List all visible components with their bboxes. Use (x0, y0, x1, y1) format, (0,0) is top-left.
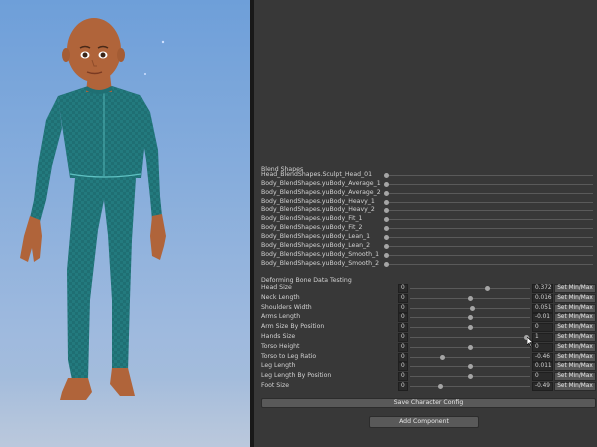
bone-value-field[interactable]: 0 (532, 372, 553, 382)
save-character-config-button[interactable]: Save Character Config (261, 398, 596, 408)
set-min-max-button[interactable]: Set Min/Max (554, 303, 596, 313)
bone-min-field[interactable]: 0 (398, 342, 408, 352)
blend-shape-slider-knob[interactable] (384, 243, 389, 249)
bone-min-field[interactable]: 0 (398, 313, 408, 323)
blend-shape-slider-knob[interactable] (384, 252, 389, 258)
set-min-max-button[interactable]: Set Min/Max (554, 333, 596, 342)
set-min-max-button[interactable]: Set Min/Max (554, 342, 596, 352)
bone-value-field[interactable]: -0.01 (532, 313, 553, 323)
blend-shape-slider-track[interactable] (386, 183, 593, 185)
bone-slider-knob[interactable] (484, 286, 490, 291)
blend-shape-label: Body_BlendShapes.yuBody_Average_2 (261, 188, 381, 196)
bone-slider-track[interactable] (410, 288, 530, 289)
bone-value-field[interactable]: -0.46 (532, 352, 553, 362)
blend-shape-slider-track[interactable] (386, 254, 593, 256)
blend-shape-slider-knob[interactable] (384, 234, 389, 240)
blend-shape-slider-track[interactable] (386, 219, 593, 221)
add-component-button[interactable]: Add Component (369, 416, 479, 428)
bone-label: Arms Length (261, 313, 301, 321)
bone-value-field[interactable]: 0.011 (532, 362, 553, 372)
set-min-max-button[interactable]: Set Min/Max (554, 293, 596, 303)
blend-shape-slider-knob[interactable] (384, 199, 389, 205)
bone-label: Torso Height (261, 342, 300, 350)
bone-min-field[interactable]: 0 (398, 352, 408, 362)
blend-shape-label: Body_BlendShapes.yuBody_Average_1 (261, 179, 381, 187)
blend-shape-label: Body_BlendShapes.yuBody_Fit_1 (261, 215, 363, 223)
blend-shape-slider-track[interactable] (386, 201, 593, 203)
bone-min-field[interactable]: 0 (398, 303, 408, 313)
blend-shape-slider-knob[interactable] (384, 261, 389, 267)
bone-value-field[interactable]: 0 (532, 342, 553, 352)
bone-min-field[interactable]: 0 (398, 382, 408, 391)
blend-shape-label: Body_BlendShapes.yuBody_Lean_2 (261, 241, 371, 249)
blend-shape-label: Body_BlendShapes.yuBody_Heavy_1 (261, 197, 375, 205)
bone-label: Leg Length By Position (261, 372, 332, 380)
bone-value-field[interactable]: 0 (532, 323, 553, 333)
blend-shape-slider-track[interactable] (386, 192, 593, 194)
bone-slider-track[interactable] (410, 356, 530, 358)
bone-slider-knob[interactable] (468, 344, 473, 350)
bone-label: Head Size (261, 284, 292, 291)
bone-value-field[interactable]: 0.372 (532, 284, 553, 293)
bone-label: Arm Size By Position (261, 323, 325, 331)
set-min-max-button[interactable]: Set Min/Max (554, 352, 596, 362)
bone-min-field[interactable]: 0 (398, 362, 408, 372)
bone-min-field[interactable]: 0 (398, 293, 408, 303)
bone-min-field[interactable]: 0 (398, 333, 408, 342)
bone-value-field[interactable]: -0.49 (532, 382, 553, 391)
set-min-max-button[interactable]: Set Min/Max (554, 372, 596, 382)
mouse-cursor-icon (527, 337, 534, 347)
blend-shape-label: Body_BlendShapes.yuBody_Smooth_2 (261, 259, 380, 267)
bone-min-field[interactable]: 0 (398, 372, 408, 382)
blend-shape-label: Body_BlendShapes.yuBody_Smooth_1 (261, 250, 380, 258)
set-min-max-button[interactable]: Set Min/Max (554, 313, 596, 323)
set-min-max-button[interactable]: Set Min/Max (554, 382, 596, 391)
bone-label: Foot Size (261, 382, 290, 389)
set-min-max-button[interactable]: Set Min/Max (554, 323, 596, 333)
bone-value-field[interactable]: 0.051 (532, 303, 553, 313)
blend-shape-slider-track[interactable] (386, 236, 593, 238)
bone-min-field[interactable]: 0 (398, 323, 408, 333)
blend-shape-label: Body_BlendShapes.yuBody_Lean_1 (261, 232, 371, 240)
bone-slider-knob[interactable] (468, 295, 473, 301)
bone-label: Neck Length (261, 293, 300, 301)
bone-label: Shoulders Width (261, 303, 312, 311)
set-min-max-button[interactable]: Set Min/Max (554, 362, 596, 372)
blend-shape-slider-track[interactable] (386, 210, 593, 212)
set-min-max-button[interactable]: Set Min/Max (554, 284, 596, 293)
bone-slider-knob[interactable] (438, 384, 443, 389)
bone-label: Hands Size (261, 333, 296, 340)
blend-shape-label: Head_BlendShapes.Sculpt_Head_01 (261, 171, 373, 178)
bone-label: Torso to Leg Ratio (261, 352, 317, 360)
blend-shape-label: Body_BlendShapes.yuBody_Fit_2 (261, 224, 363, 232)
bone-value-field[interactable]: 1 (532, 333, 553, 342)
blend-shape-slider-track[interactable] (386, 245, 593, 247)
bone-value-field[interactable]: 0.016 (532, 293, 553, 303)
blend-shape-slider-track[interactable] (386, 228, 593, 230)
blend-shape-slider-knob[interactable] (384, 173, 389, 178)
blend-shape-slider-track[interactable] (386, 263, 593, 265)
bone-slider-track[interactable] (410, 337, 530, 338)
blend-shape-slider-knob[interactable] (384, 190, 389, 196)
blend-shape-slider-knob[interactable] (384, 181, 389, 187)
bone-slider-track[interactable] (410, 386, 530, 387)
character-model (20, 18, 166, 400)
blend-shape-label: Body_BlendShapes.yuBody_Heavy_2 (261, 206, 375, 214)
bone-label: Leg Length (261, 362, 296, 370)
blend-shape-slider-track[interactable] (386, 175, 593, 176)
bone-min-field[interactable]: 0 (398, 284, 408, 293)
scene-viewport[interactable] (0, 0, 250, 447)
